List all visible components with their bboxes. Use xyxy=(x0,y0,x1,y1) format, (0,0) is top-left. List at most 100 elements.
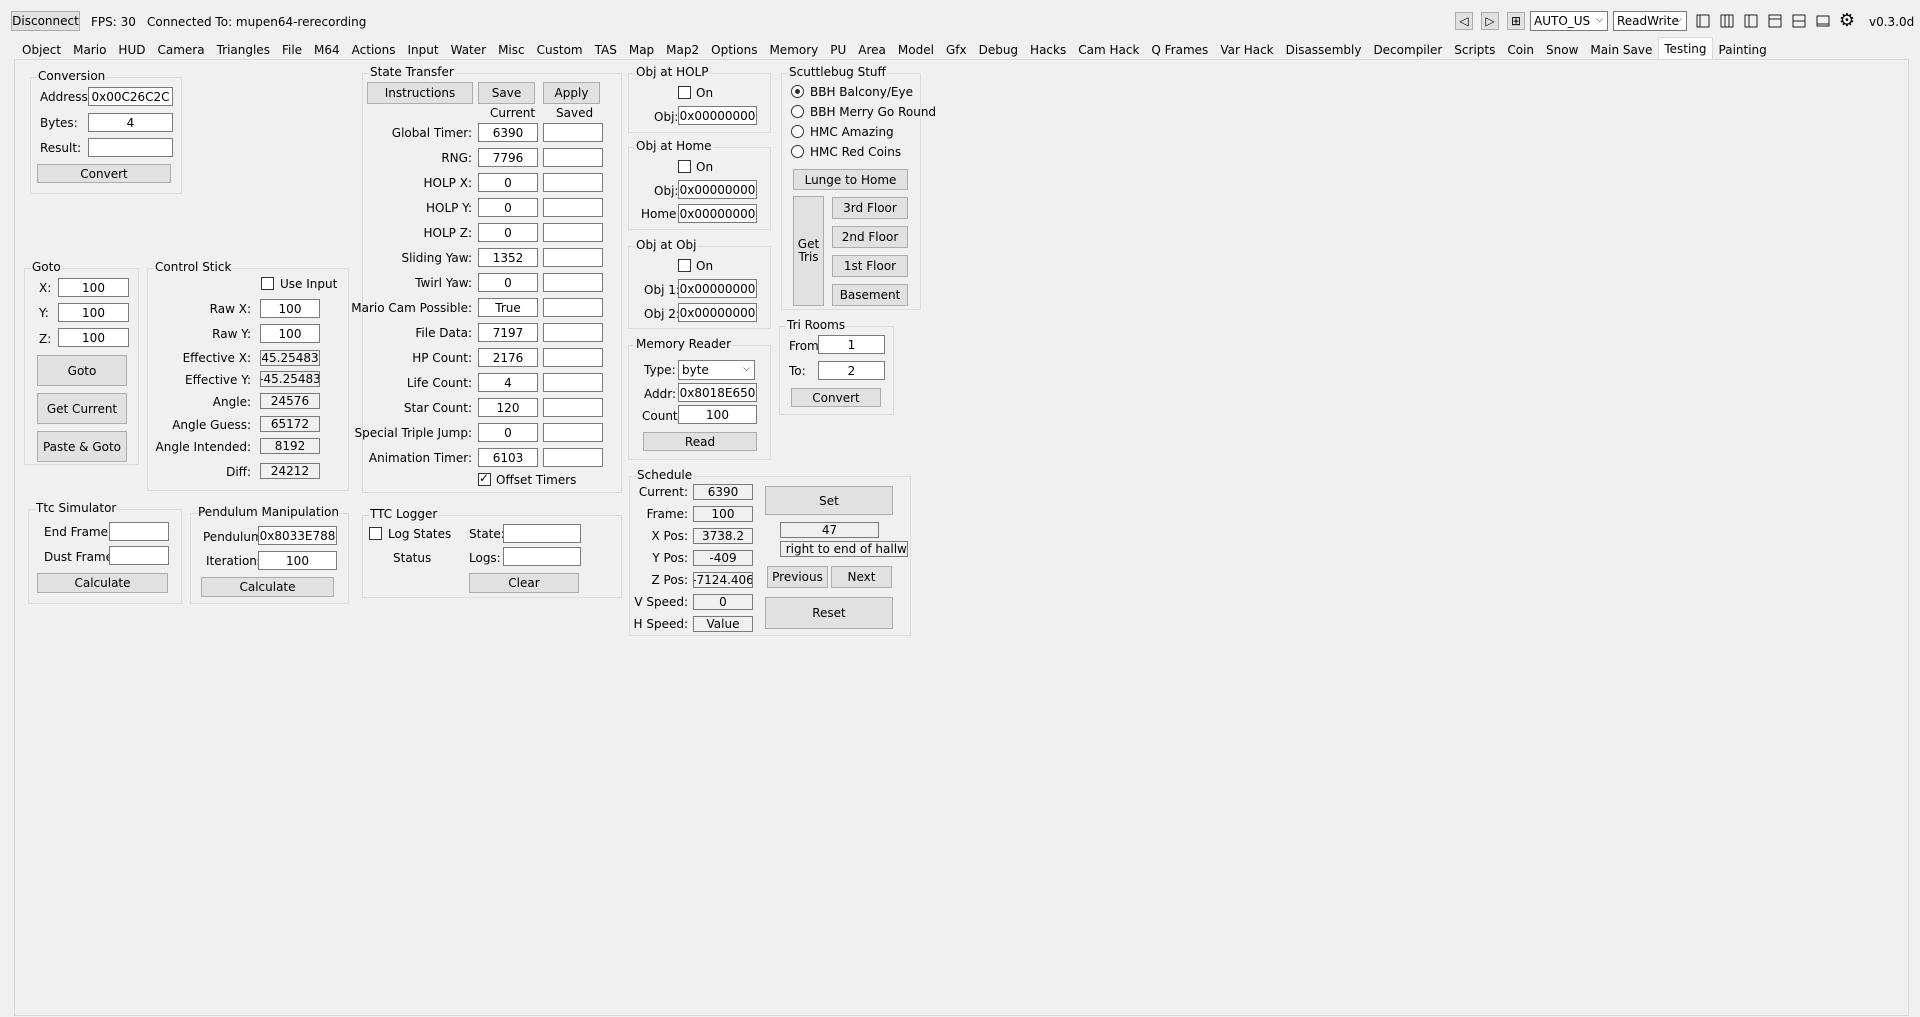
tab-actions[interactable]: Actions xyxy=(346,39,402,59)
reset-button[interactable]: Reset xyxy=(765,597,893,629)
nav-left-icon[interactable]: ◁ xyxy=(1455,12,1473,30)
clear-button[interactable]: Clear xyxy=(469,573,579,593)
tab-map[interactable]: Map xyxy=(623,39,660,59)
state-row-current-value[interactable]: 0 xyxy=(478,223,538,242)
goto-button[interactable]: Goto xyxy=(37,355,127,386)
goto-y-input[interactable]: 100 xyxy=(58,303,129,322)
tab-main-save[interactable]: Main Save xyxy=(1584,39,1658,59)
tab-input[interactable]: Input xyxy=(402,39,445,59)
tab-water[interactable]: Water xyxy=(445,39,492,59)
logs-input[interactable] xyxy=(503,547,581,566)
get-tris-button[interactable]: Get Tris xyxy=(793,196,824,306)
tab-q-frames[interactable]: Q Frames xyxy=(1145,39,1214,59)
goto-x-input[interactable]: 100 xyxy=(58,278,129,297)
obj-at-holp-obj-input[interactable]: 0x00000000 xyxy=(678,106,757,125)
pendulum-input[interactable]: 0x8033E788 xyxy=(258,526,337,545)
state-row-current-value[interactable]: 0 xyxy=(478,173,538,192)
to-input[interactable]: 2 xyxy=(818,361,885,380)
use-input-checkbox[interactable] xyxy=(261,277,274,290)
apply-button[interactable]: Apply xyxy=(543,82,600,104)
state-row-current-value[interactable]: 6390 xyxy=(478,123,538,142)
state-row-saved-value[interactable] xyxy=(543,323,603,342)
tab-custom[interactable]: Custom xyxy=(531,39,589,59)
paste-goto-button[interactable]: Paste & Goto xyxy=(37,431,127,462)
obj1-input[interactable]: 0x00000000 xyxy=(678,279,757,298)
obj-at-home-obj-input[interactable]: 0x00000000 xyxy=(678,180,757,199)
layout-two-row-icon[interactable] xyxy=(1790,12,1808,30)
radio-bbh-merry-go-round[interactable] xyxy=(791,105,804,118)
radio-hmc-red-coins[interactable] xyxy=(791,145,804,158)
disconnect-button[interactable]: Disconnect xyxy=(11,11,80,31)
tab-debug[interactable]: Debug xyxy=(973,39,1024,59)
read-button[interactable]: Read xyxy=(643,432,757,451)
instructions-button[interactable]: Instructions xyxy=(367,82,473,104)
tab-misc[interactable]: Misc xyxy=(492,39,531,59)
tab-model[interactable]: Model xyxy=(892,39,940,59)
state-row-saved-value[interactable] xyxy=(543,198,603,217)
tab-coin[interactable]: Coin xyxy=(1501,39,1540,59)
ttc-calculate-button[interactable]: Calculate xyxy=(37,573,168,593)
obj-at-holp-on-checkbox[interactable] xyxy=(678,86,691,99)
obj-at-home-on-checkbox[interactable] xyxy=(678,160,691,173)
layout-two-column-icon[interactable] xyxy=(1718,12,1736,30)
add-tab-icon[interactable]: ⊞ xyxy=(1507,12,1525,30)
type-select[interactable]: byte ⌵ xyxy=(678,360,755,380)
state-row-saved-value[interactable] xyxy=(543,173,603,192)
tab-hud[interactable]: HUD xyxy=(112,39,151,59)
goto-z-input[interactable]: 100 xyxy=(58,328,129,347)
state-row-saved-value[interactable] xyxy=(543,373,603,392)
tab-file[interactable]: File xyxy=(276,39,308,59)
floor-2nd-button[interactable]: 2nd Floor xyxy=(832,226,908,248)
layout-single-icon[interactable] xyxy=(1694,12,1712,30)
tab-gfx[interactable]: Gfx xyxy=(940,39,973,59)
addr-input[interactable]: 0x8018E650 xyxy=(678,383,757,402)
state-row-current-value[interactable]: 4 xyxy=(478,373,538,392)
tab-hacks[interactable]: Hacks xyxy=(1024,39,1072,59)
tab-object[interactable]: Object xyxy=(16,39,67,59)
state-row-saved-value[interactable] xyxy=(543,248,603,267)
layout-full-icon[interactable] xyxy=(1814,12,1832,30)
tab-camera[interactable]: Camera xyxy=(151,39,210,59)
gear-icon[interactable]: ⚙ xyxy=(1838,10,1856,31)
pendulum-calculate-button[interactable]: Calculate xyxy=(201,577,334,597)
obj-at-obj-on-checkbox[interactable] xyxy=(678,259,691,272)
region-select[interactable]: AUTO_US ⌵ xyxy=(1530,11,1608,31)
dust-frames-input[interactable] xyxy=(109,546,169,565)
tab-painting[interactable]: Painting xyxy=(1713,39,1773,59)
state-row-current-value[interactable]: 7197 xyxy=(478,323,538,342)
state-row-current-value[interactable]: 0 xyxy=(478,273,538,292)
save-button[interactable]: Save xyxy=(478,82,535,104)
result-input[interactable] xyxy=(88,138,173,157)
basement-button[interactable]: Basement xyxy=(832,284,908,306)
get-current-button[interactable]: Get Current xyxy=(37,393,127,424)
from-input[interactable]: 1 xyxy=(818,335,885,354)
tab-area[interactable]: Area xyxy=(852,39,892,59)
tab-m64[interactable]: M64 xyxy=(308,39,346,59)
state-row-saved-value[interactable] xyxy=(543,223,603,242)
set-button[interactable]: Set xyxy=(765,486,893,515)
tab-disassembly[interactable]: Disassembly xyxy=(1280,39,1368,59)
previous-button[interactable]: Previous xyxy=(767,566,828,588)
offset-timers-checkbox[interactable]: ✓ xyxy=(478,471,491,486)
log-states-checkbox[interactable] xyxy=(369,527,382,540)
tab-options[interactable]: Options xyxy=(705,39,763,59)
radio-bbh-balcony[interactable] xyxy=(791,85,804,98)
address-input[interactable]: 0x00C26C2C xyxy=(88,87,173,106)
state-row-current-value[interactable]: 0 xyxy=(478,198,538,217)
tab-var-hack[interactable]: Var Hack xyxy=(1214,39,1279,59)
state-row-saved-value[interactable] xyxy=(543,148,603,167)
bytes-input[interactable]: 4 xyxy=(88,113,173,132)
state-row-current-value[interactable]: 2176 xyxy=(478,348,538,367)
tab-pu[interactable]: PU xyxy=(824,39,852,59)
state-row-current-value[interactable]: 120 xyxy=(478,398,538,417)
convert-button[interactable]: Convert xyxy=(37,164,171,183)
state-row-current-value[interactable]: 1352 xyxy=(478,248,538,267)
lunge-to-home-button[interactable]: Lunge to Home xyxy=(793,169,908,190)
access-select[interactable]: ReadWrite ⌵ xyxy=(1613,11,1687,31)
state-row-saved-value[interactable] xyxy=(543,448,603,467)
state-row-current-value[interactable]: 0 xyxy=(478,423,538,442)
state-row-saved-value[interactable] xyxy=(543,273,603,292)
tab-memory[interactable]: Memory xyxy=(763,39,824,59)
layout-top-panel-icon[interactable] xyxy=(1766,12,1784,30)
floor-1st-button[interactable]: 1st Floor xyxy=(832,255,908,277)
